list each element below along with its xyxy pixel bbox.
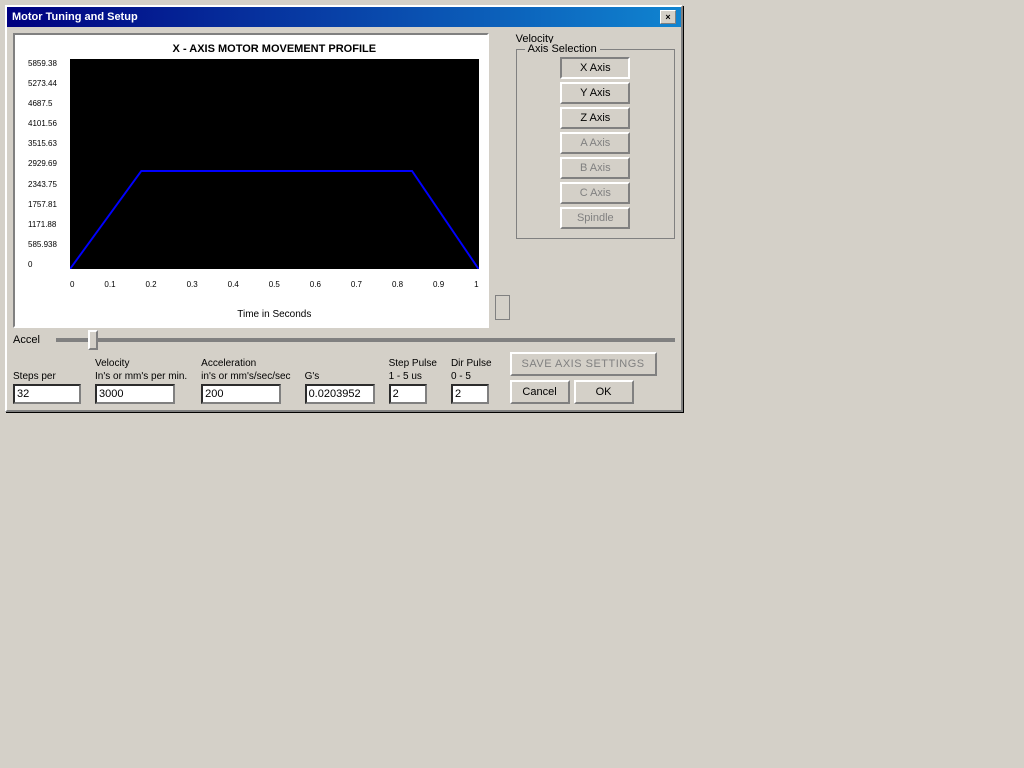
step-pulse-label2: 1 - 5 us: [389, 371, 422, 382]
accel-row: Accel: [13, 332, 675, 348]
steps-per-group: Steps per: [13, 371, 81, 404]
dir-pulse-label2: 0 - 5: [451, 371, 471, 382]
top-section: X - AXIS MOTOR MOVEMENT PROFILE Velocity…: [13, 33, 675, 328]
title-bar-buttons: ×: [660, 10, 676, 24]
axis-btn-c[interactable]: C Axis: [560, 182, 630, 204]
scroll-thumb[interactable]: [495, 295, 510, 320]
gs-group: G's: [305, 371, 375, 404]
chart-title: X - AXIS MOTOR MOVEMENT PROFILE: [70, 43, 479, 55]
window-body: X - AXIS MOTOR MOVEMENT PROFILE Velocity…: [7, 27, 681, 410]
dir-pulse-group: Dir Pulse 0 - 5: [451, 358, 492, 404]
axis-btn-a[interactable]: A Axis: [560, 132, 630, 154]
save-axis-button[interactable]: SAVE AXIS SETTINGS: [510, 352, 657, 376]
right-panel: Velocity Axis Selection X Axis Y Axis Z …: [516, 33, 675, 328]
axis-btn-b[interactable]: B Axis: [560, 157, 630, 179]
acceleration-field-label2: in's or mm's/sec/sec: [201, 371, 290, 382]
steps-per-label: Steps per: [13, 371, 56, 382]
gs-input[interactable]: [305, 384, 375, 404]
accel-slider-thumb[interactable]: [88, 330, 98, 350]
ok-cancel-row: Cancel OK: [510, 380, 657, 404]
acceleration-input[interactable]: [201, 384, 281, 404]
velocity-field-label2: In's or mm's per min.: [95, 371, 187, 382]
dir-pulse-input[interactable]: [451, 384, 489, 404]
scroll-area: [495, 33, 510, 328]
steps-per-input[interactable]: [13, 384, 81, 404]
accel-label: Accel: [13, 334, 48, 346]
x-axis-label: Time in Seconds: [70, 309, 479, 320]
axis-btn-spindle[interactable]: Spindle: [560, 207, 630, 229]
axis-selection-legend: Axis Selection: [525, 43, 600, 55]
chart-plot: [70, 59, 479, 269]
dir-pulse-label1: Dir Pulse: [451, 358, 492, 369]
step-pulse-label1: Step Pulse: [389, 358, 437, 369]
title-bar: Motor Tuning and Setup ×: [7, 7, 681, 27]
step-pulse-input[interactable]: [389, 384, 427, 404]
fields-bottom-row: Steps per Velocity In's or mm's per min.…: [13, 352, 675, 404]
accel-slider-track: [56, 338, 675, 342]
axis-btn-y[interactable]: Y Axis: [560, 82, 630, 104]
chart-svg: [70, 59, 479, 269]
axis-selection-group: Axis Selection X Axis Y Axis Z Axis A Ax…: [516, 49, 675, 239]
action-buttons: SAVE AXIS SETTINGS Cancel OK: [510, 352, 657, 404]
velocity-group: Velocity In's or mm's per min.: [95, 358, 187, 404]
velocity-input[interactable]: [95, 384, 175, 404]
step-pulse-group: Step Pulse 1 - 5 us: [389, 358, 437, 404]
chart-container: X - AXIS MOTOR MOVEMENT PROFILE Velocity…: [13, 33, 489, 328]
axis-btn-z[interactable]: Z Axis: [560, 107, 630, 129]
window-title: Motor Tuning and Setup: [12, 11, 138, 23]
acceleration-group: Acceleration in's or mm's/sec/sec: [201, 358, 290, 404]
cancel-button[interactable]: Cancel: [510, 380, 570, 404]
main-window: Motor Tuning and Setup × X - AXIS MOTOR …: [5, 5, 683, 412]
velocity-field-label1: Velocity: [95, 358, 129, 369]
y-ticks: 5859.38 5273.44 4687.5 4101.56 3515.63 2…: [28, 59, 57, 269]
gs-label: G's: [305, 371, 320, 382]
axis-btn-x[interactable]: X Axis: [560, 57, 630, 79]
acceleration-field-label1: Acceleration: [201, 358, 256, 369]
close-button[interactable]: ×: [660, 10, 676, 24]
ok-button[interactable]: OK: [574, 380, 634, 404]
x-ticks: 0 0.1 0.2 0.3 0.4 0.5 0.6 0.7 0.8 0.9 1: [70, 280, 479, 289]
